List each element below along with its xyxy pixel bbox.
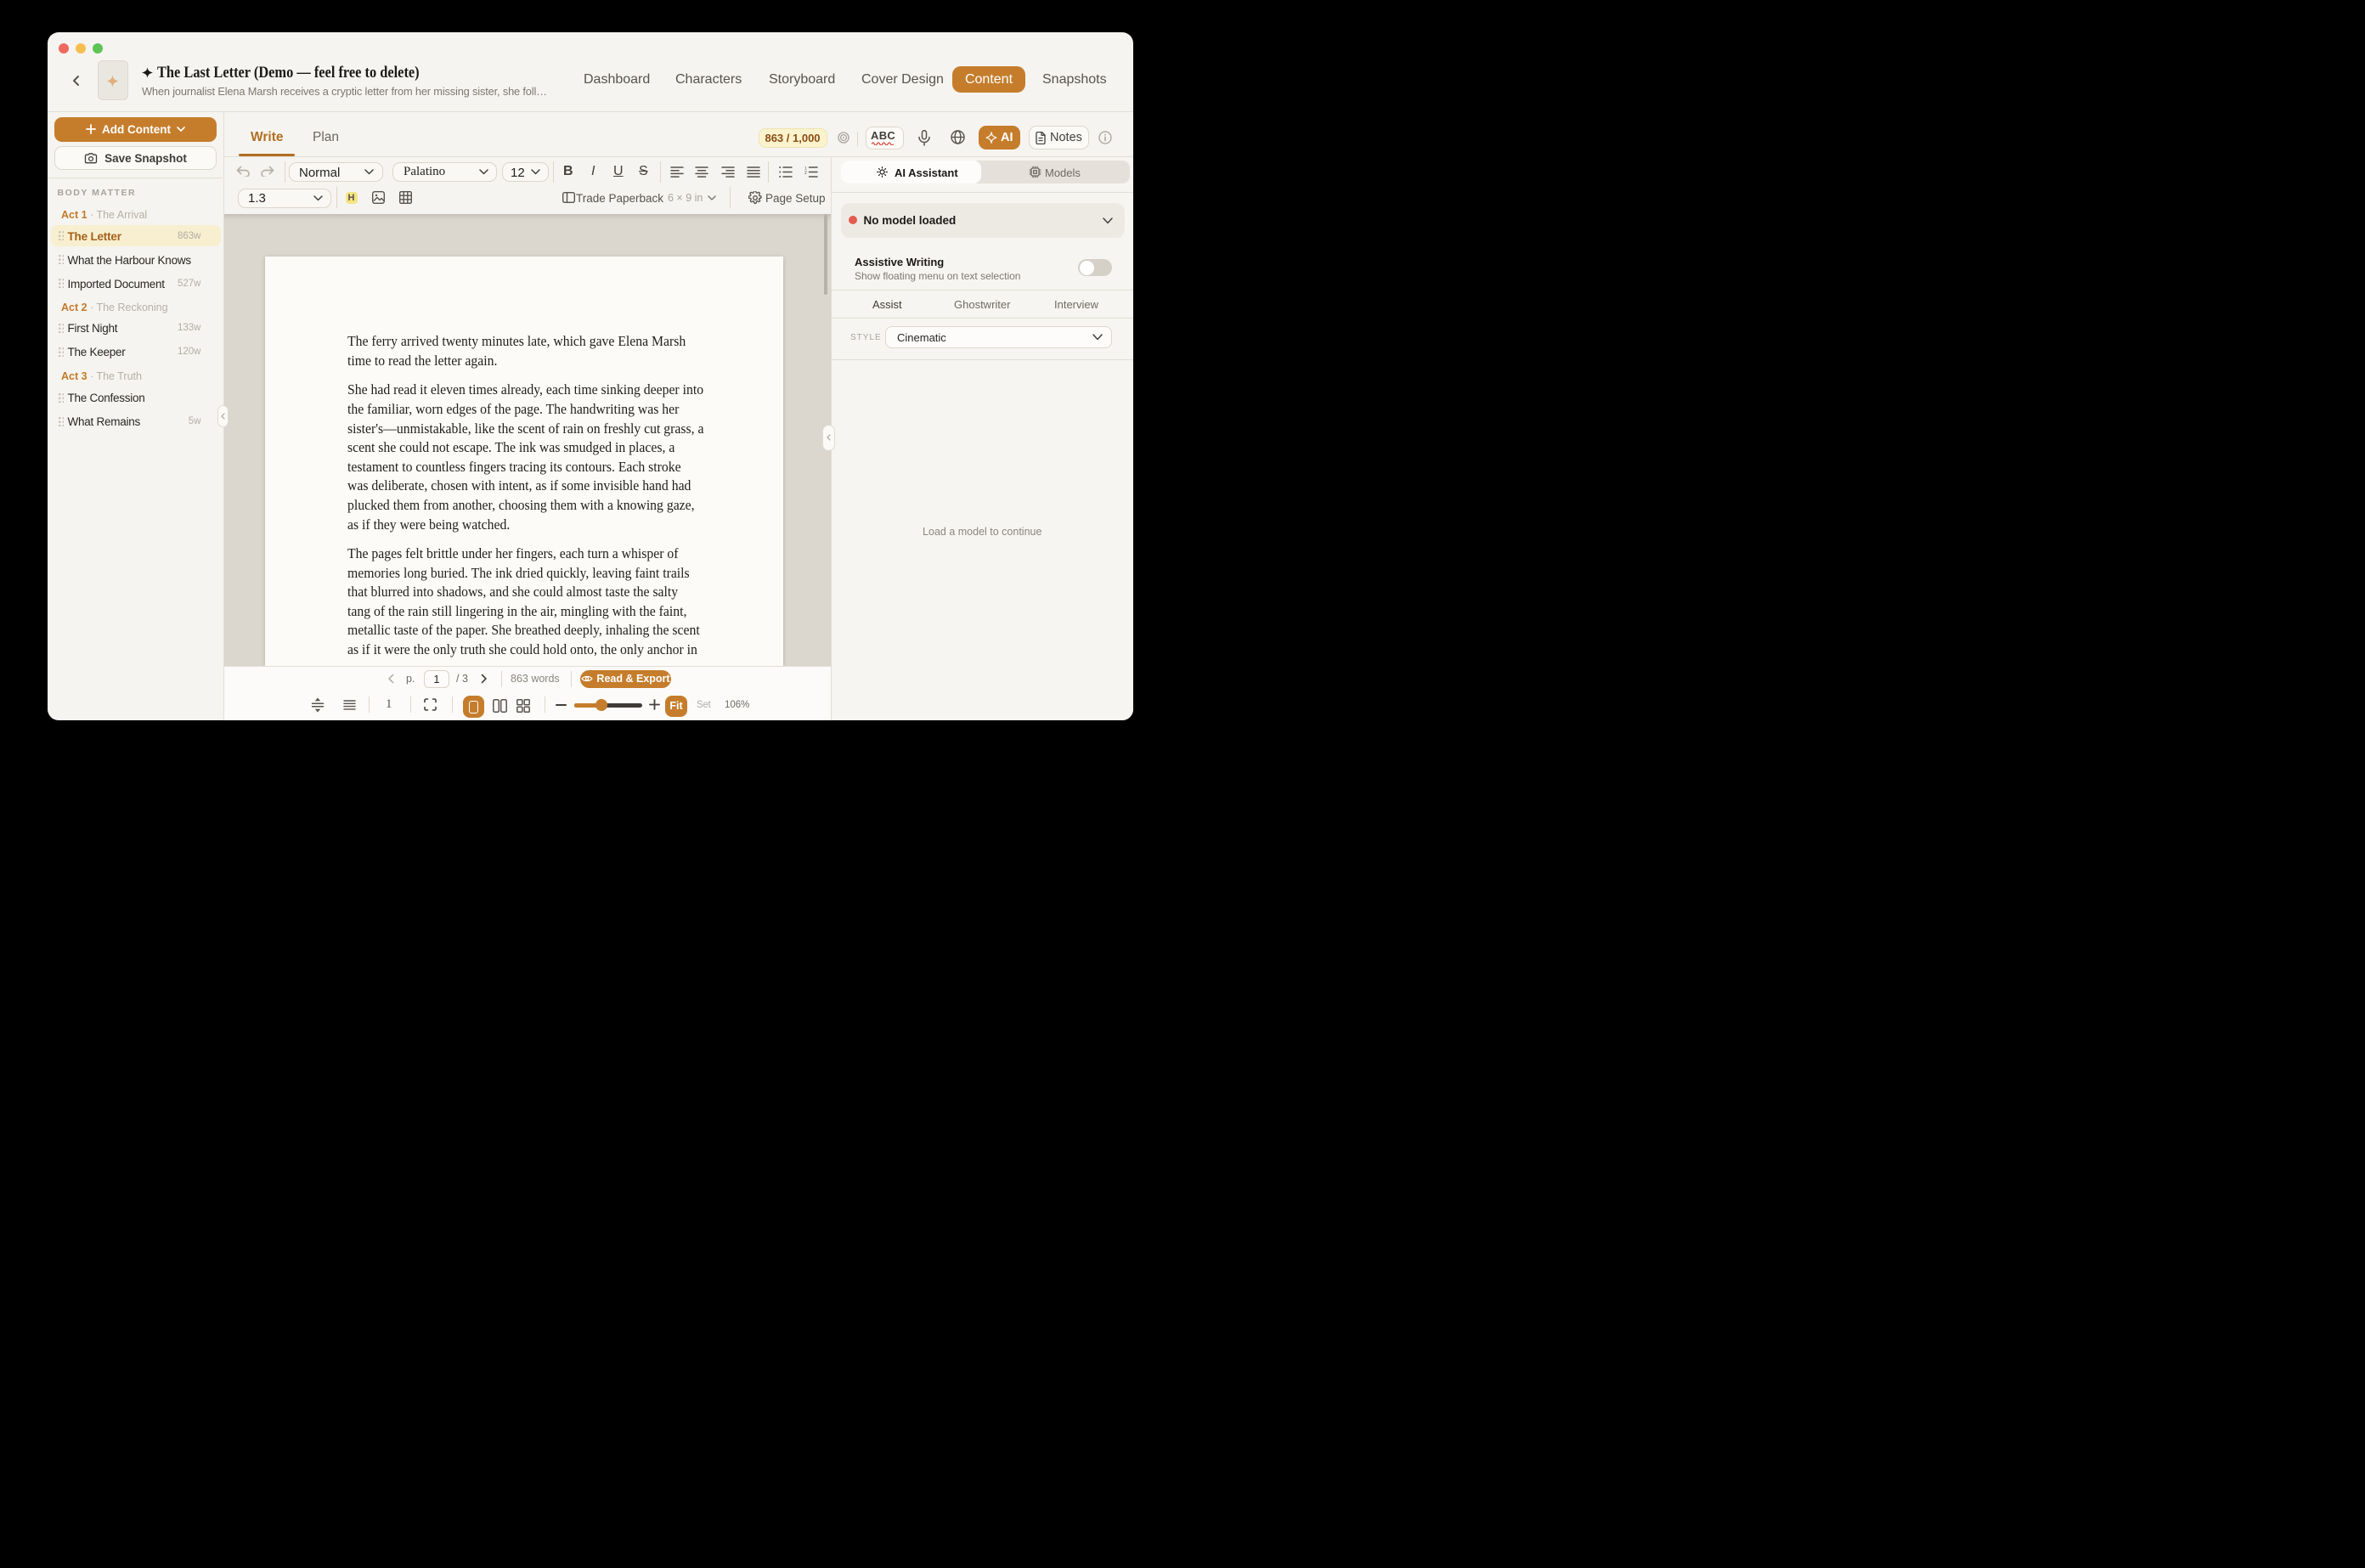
- svg-text:2: 2: [804, 171, 807, 176]
